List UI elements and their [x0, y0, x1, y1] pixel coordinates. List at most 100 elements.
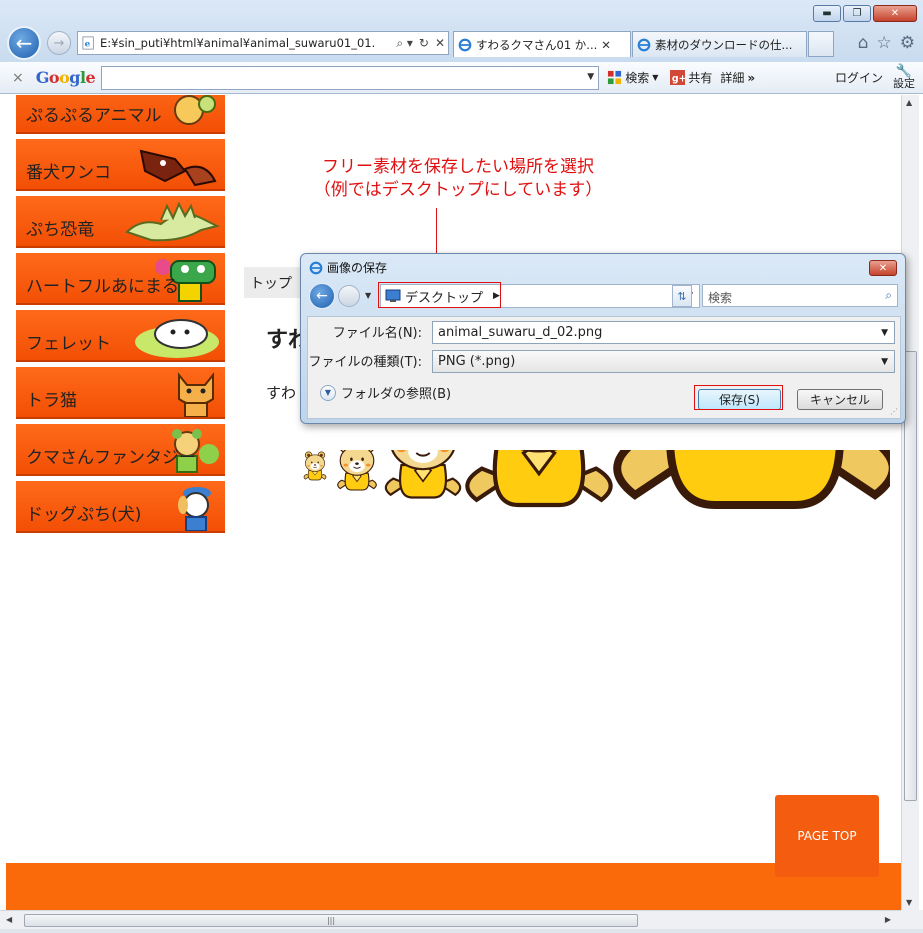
search-label: 検索 — [625, 71, 650, 85]
sidebar-item-label: トラ猫 — [26, 391, 77, 411]
sidebar-item-label: 番犬ワンコ — [26, 163, 111, 183]
search-icon[interactable]: ⌕ — [885, 288, 892, 303]
dialog-title: 画像の保存 — [327, 261, 388, 275]
bear-images — [303, 450, 890, 509]
chevron-down-icon[interactable]: ▼ — [587, 72, 594, 82]
toolbar-icons: ⌂ ☆ ⚙ — [858, 33, 915, 53]
dinosaur-icon — [125, 201, 220, 242]
status-strip — [0, 929, 923, 933]
dialog-back-button[interactable]: ← — [309, 283, 335, 309]
bear-image — [613, 450, 890, 509]
sidebar-item-tiger-cat[interactable]: トラ猫 — [16, 367, 225, 419]
sidebar-item-dinosaur[interactable]: ぷち恐竜 — [16, 196, 225, 248]
chevron-down-icon[interactable]: ▼ — [652, 73, 658, 82]
page-footer — [6, 863, 901, 910]
page-top-button[interactable]: PAGE TOP — [775, 795, 879, 877]
dialog-search-input[interactable]: 検索 ⌕ — [702, 284, 898, 307]
more-label: 詳細 — [720, 71, 745, 85]
scroll-down-arrow[interactable]: ▼ — [906, 898, 912, 907]
settings-label: 設定 — [893, 76, 915, 90]
stop-icon[interactable]: ✕ — [435, 36, 445, 50]
address-value[interactable]: E:¥sin_puti¥html¥animal¥animal_suwaru01_… — [100, 36, 393, 50]
tab-second[interactable]: 素材のダウンロードの仕... — [632, 31, 807, 57]
history-dropdown-icon[interactable]: ▼ — [365, 291, 371, 300]
filetype-select[interactable]: PNG (*.png) ▼ — [432, 350, 895, 373]
home-icon[interactable]: ⌂ — [858, 33, 869, 53]
filename-row: ファイル名(N): — [308, 322, 422, 341]
puppy-icon — [178, 487, 211, 531]
tab-close-icon[interactable]: ✕ — [601, 38, 611, 52]
sidebar-item-label: ハートフルあにまる — [26, 277, 179, 297]
tab-second-label: 素材のダウンロードの仕... — [655, 37, 793, 52]
share-button[interactable]: g+ 共有 — [670, 69, 712, 86]
share-label: 共有 — [688, 71, 713, 85]
sidebar-item-ferret[interactable]: フェレット — [16, 310, 225, 362]
bear-image — [384, 450, 462, 499]
browse-folders-toggle[interactable]: ▼ フォルダの参照(B) — [320, 383, 451, 402]
chevron-down-icon[interactable]: ▼ — [881, 328, 888, 338]
sidebar-item-label: フェレット — [26, 334, 111, 354]
new-tab-button[interactable] — [808, 31, 834, 57]
window-controls: ▬ ❐ ✕ — [813, 5, 917, 22]
refresh-button[interactable]: ⇅ — [672, 285, 692, 307]
cancel-button[interactable]: キャンセル — [797, 389, 883, 410]
breadcrumb-top-link[interactable]: トップ — [250, 276, 292, 292]
filetype-label: ファイルの種類(T): — [308, 355, 422, 370]
scroll-right-arrow[interactable]: ▶ — [885, 915, 891, 924]
dialog-titlebar: 画像の保存 — [309, 259, 387, 276]
login-link[interactable]: ログイン — [835, 69, 883, 86]
dialog-close-button[interactable]: ✕ — [869, 260, 897, 276]
horizontal-scroll-thumb[interactable]: ||| — [24, 914, 638, 927]
scroll-left-arrow[interactable]: ◀ — [6, 915, 12, 924]
google-search-icon — [608, 70, 622, 85]
sidebar-item-heartful[interactable]: ハートフルあにまる — [16, 253, 225, 305]
sidebar-item-bear-fantasy[interactable]: クマさんファンタジー — [16, 424, 225, 476]
dialog-forward-button[interactable] — [338, 285, 360, 307]
resize-grip-icon[interactable]: ⋰ — [890, 407, 898, 416]
forward-arrow-icon: → — [53, 35, 65, 51]
breadcrumb[interactable]: トップ — [244, 267, 304, 298]
location-highlight-box — [378, 282, 501, 308]
minimize-button[interactable]: ▬ — [813, 5, 841, 22]
settings-button[interactable]: 🔧 設定 — [893, 65, 915, 90]
forward-button[interactable]: → — [47, 31, 71, 55]
horizontal-scrollbar[interactable]: ◀ ||| ▶ — [0, 910, 901, 929]
back-button[interactable]: ← — [7, 26, 41, 60]
annotation-line-1: フリー素材を保存したい場所を選択 — [322, 157, 594, 177]
animal-icon — [174, 95, 216, 125]
scroll-up-arrow[interactable]: ▲ — [906, 98, 912, 107]
google-search-button[interactable]: 検索 ▼ — [607, 69, 658, 86]
address-bar[interactable]: e E:¥sin_puti¥html¥animal¥animal_suwaru0… — [77, 31, 449, 55]
sidebar-item-dog-puchi[interactable]: ドッグぷち(犬) — [16, 481, 225, 533]
sidebar-item-label: ドッグぷち(犬) — [26, 505, 142, 525]
bear-image — [465, 450, 613, 508]
google-search-input[interactable]: ▼ — [101, 65, 600, 90]
more-button[interactable]: 詳細 » — [720, 69, 755, 86]
toolbar-close-icon[interactable]: × — [12, 70, 24, 86]
back-arrow-icon: ← — [15, 31, 33, 55]
svg-text:g+: g+ — [672, 73, 685, 84]
expand-chevron-icon: ▼ — [320, 384, 336, 401]
filetype-value: PNG (*.png) — [438, 354, 516, 369]
vertical-scrollbar[interactable]: ▲ ▼ — [901, 95, 919, 910]
sidebar-item-wanko[interactable]: 番犬ワンコ — [16, 139, 225, 191]
tab-current-label: すわるクマさん01 か... — [476, 37, 598, 52]
chevron-down-icon[interactable]: ▼ — [881, 357, 888, 367]
save-image-dialog: 画像の保存 ✕ ← ▼ デスクトップ ▶ ▼ ⇅ 検索 ⌕ ファイル名(N): … — [300, 253, 906, 424]
ferret-icon — [135, 319, 219, 358]
ie-page-icon: e — [82, 36, 94, 50]
maximize-button[interactable]: ❐ — [843, 5, 871, 22]
sidebar-item-label: クマさんファンタジー — [26, 448, 196, 468]
filename-value[interactable]: animal_suwaru_d_02.png — [438, 325, 602, 340]
tools-gear-icon[interactable]: ⚙ — [900, 33, 915, 53]
browse-folders-label: フォルダの参照(B) — [341, 387, 452, 402]
window-close-button[interactable]: ✕ — [873, 5, 917, 22]
filename-input[interactable]: animal_suwaru_d_02.png ▼ — [432, 321, 895, 344]
address-search-dropdown[interactable]: ⌕ ▾ — [396, 36, 413, 51]
annotation-line-2: （例ではデスクトップにしています） — [313, 180, 603, 200]
refresh-icon[interactable]: ↻ — [419, 36, 429, 50]
cat-icon — [178, 372, 214, 417]
tab-current[interactable]: すわるクマさん01 か... ✕ — [453, 31, 631, 57]
favorites-star-icon[interactable]: ☆ — [877, 33, 892, 53]
sidebar-item-purupuru[interactable]: ぷるぷるアニマル — [16, 95, 225, 134]
